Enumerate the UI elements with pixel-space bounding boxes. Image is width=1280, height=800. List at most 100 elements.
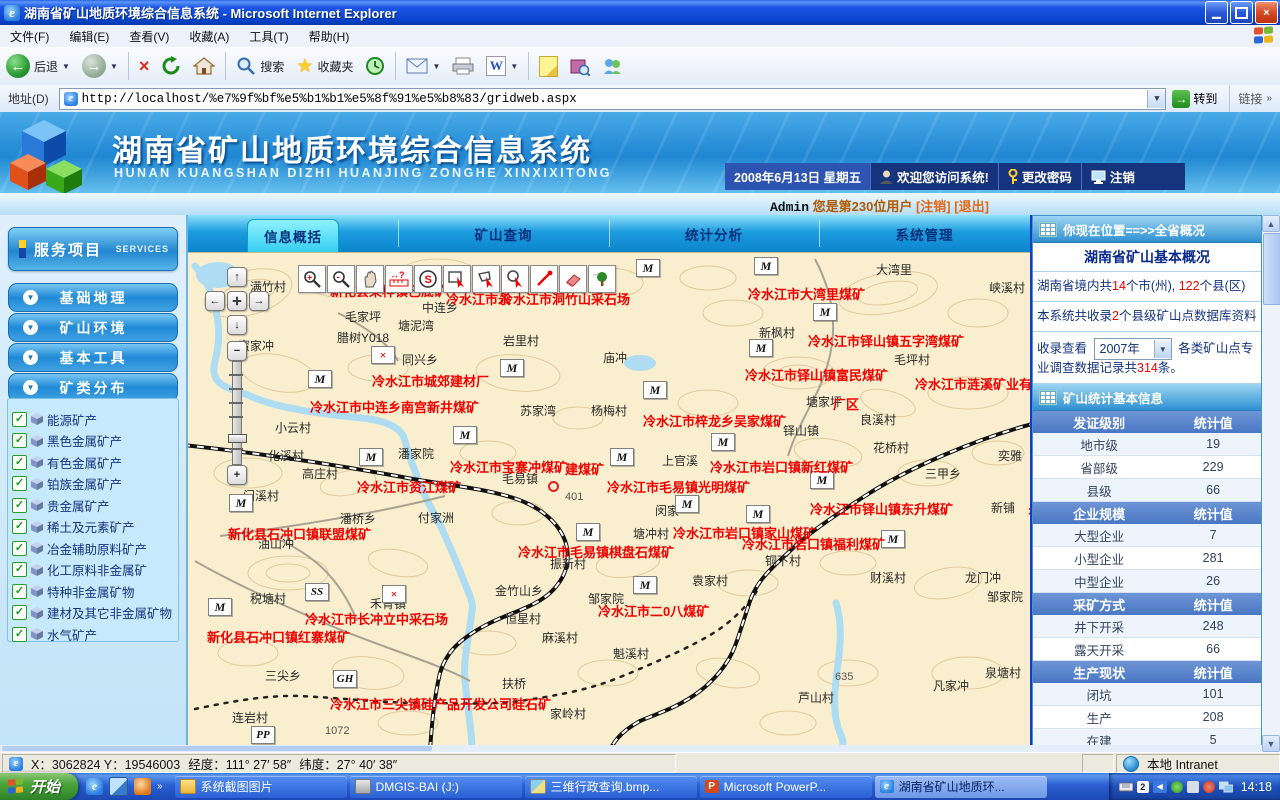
- measure-distance-icon[interactable]: ↔?: [385, 265, 413, 293]
- zoom-minus-button[interactable]: −: [227, 341, 247, 361]
- mine-marker[interactable]: M: [754, 257, 778, 275]
- pan-right-button[interactable]: →: [249, 291, 269, 311]
- logout-link[interactable]: 注销: [1082, 163, 1144, 190]
- start-button[interactable]: 开始: [0, 773, 78, 800]
- legend-tree-icon[interactable]: ⌐: [588, 265, 616, 293]
- hide-icons-arrow[interactable]: ◀: [1153, 781, 1167, 793]
- menu-item[interactable]: 收藏(A): [179, 26, 239, 47]
- eraser-icon[interactable]: [559, 265, 587, 293]
- layer-item[interactable]: ✓ 有色金属矿产: [12, 452, 122, 472]
- history-button[interactable]: [359, 53, 391, 79]
- menu-item[interactable]: 帮助(H): [299, 26, 360, 47]
- layer-checkbox[interactable]: ✓: [12, 562, 27, 577]
- layer-checkbox[interactable]: ✓: [12, 584, 27, 599]
- mine-marker[interactable]: PP: [251, 726, 275, 744]
- mine-marker[interactable]: M: [749, 339, 773, 357]
- task-button[interactable]: 三维行政查询.bmp...: [525, 776, 697, 798]
- mine-marker[interactable]: M: [633, 576, 657, 594]
- layer-item[interactable]: ✓ 稀土及元素矿产: [12, 517, 135, 537]
- mine-marker[interactable]: M: [675, 495, 699, 513]
- mine-marker[interactable]: M: [500, 359, 524, 377]
- scroll-up-button[interactable]: ▲: [1262, 215, 1280, 232]
- mine-marker[interactable]: M: [643, 381, 667, 399]
- layer-item[interactable]: ✓ 铂族金属矿产: [12, 474, 122, 494]
- logout-text-link[interactable]: [注销]: [916, 199, 951, 214]
- mine-marker[interactable]: M: [229, 494, 253, 512]
- close-button[interactable]: ×: [1255, 1, 1278, 24]
- pan-up-button[interactable]: ↑: [227, 267, 247, 287]
- polygon-select-icon[interactable]: [472, 265, 500, 293]
- layer-item[interactable]: ✓ 能源矿产: [12, 409, 97, 429]
- draw-line-icon[interactable]: [530, 265, 558, 293]
- mine-marker[interactable]: M: [308, 370, 332, 388]
- layer-item[interactable]: ✓ 冶金辅助原料矿产: [12, 538, 147, 558]
- task-button[interactable]: 系统截图图片: [175, 776, 347, 798]
- scale-s-icon[interactable]: S: [414, 265, 442, 293]
- home-button[interactable]: [187, 53, 221, 79]
- address-input[interactable]: e http://localhost/%e7%9f%bf%e5%b1%b1%e5…: [59, 88, 1167, 110]
- layer-item[interactable]: ✓ 贵金属矿产: [12, 495, 110, 515]
- mine-marker[interactable]: M: [746, 505, 770, 523]
- zoom-plus-button[interactable]: +: [227, 465, 247, 485]
- ime-icon[interactable]: 2: [1137, 781, 1149, 793]
- mine-marker[interactable]: M: [453, 426, 477, 444]
- mine-marker[interactable]: M: [636, 259, 660, 277]
- layer-item[interactable]: ✓ 化工原料非金属矿: [12, 560, 147, 580]
- mine-marker[interactable]: M: [610, 448, 634, 466]
- mine-marker[interactable]: [548, 481, 559, 492]
- task-button[interactable]: e 湖南省矿山地质环...: [875, 776, 1047, 798]
- print-button[interactable]: [446, 54, 480, 78]
- mine-marker[interactable]: M: [711, 433, 735, 451]
- layer-checkbox[interactable]: ✓: [12, 412, 27, 427]
- keyboard-icon[interactable]: [1119, 781, 1133, 793]
- mine-marker[interactable]: GH: [333, 670, 357, 688]
- sidebar-nav-button[interactable]: ▼ 基本工具: [8, 343, 178, 372]
- layer-checkbox[interactable]: ✓: [12, 519, 27, 534]
- layer-item[interactable]: ✓ 黑色金属矿产: [12, 431, 122, 451]
- scroll-down-button[interactable]: ▼: [1262, 735, 1280, 752]
- mine-marker[interactable]: ×: [382, 585, 406, 603]
- map-tab[interactable]: 系统管理: [820, 215, 1030, 252]
- stop-button[interactable]: ×: [133, 55, 156, 77]
- favorites-button[interactable]: ★ 收藏夹: [290, 52, 359, 81]
- layer-checkbox[interactable]: ✓: [12, 541, 27, 556]
- zoom-slider-thumb[interactable]: [228, 434, 247, 443]
- zoom-out-icon[interactable]: -: [327, 265, 355, 293]
- map-tab[interactable]: 统计分析: [609, 215, 819, 252]
- quicklaunch-overflow[interactable]: »: [157, 781, 163, 792]
- zoom-in-icon[interactable]: +: [298, 265, 326, 293]
- quicklaunch-desktop-icon[interactable]: [109, 777, 128, 796]
- map-tab[interactable]: 信息概括: [188, 215, 398, 252]
- menu-item[interactable]: 查看(V): [119, 26, 179, 47]
- map-tab[interactable]: 矿山查询: [399, 215, 609, 252]
- pan-left-button[interactable]: ←: [205, 291, 225, 311]
- pan-hand-icon[interactable]: [356, 265, 384, 293]
- map-canvas[interactable]: 满竹村毛家坪腊树Y018塘泥湾中连乡岩里村蜜家冲同兴乡庙冲小云村苏家湾杨梅村大湾…: [188, 252, 1030, 753]
- links-label[interactable]: 链接: [1234, 90, 1266, 107]
- menu-item[interactable]: 工具(T): [239, 26, 298, 47]
- mine-marker[interactable]: ×: [1021, 503, 1030, 519]
- search-button[interactable]: 搜索: [230, 53, 290, 79]
- hscroll-thumb[interactable]: [2, 746, 432, 751]
- layer-checkbox[interactable]: ✓: [12, 455, 27, 470]
- quicklaunch-media-icon[interactable]: [134, 778, 151, 795]
- zoom-slider[interactable]: [232, 361, 242, 465]
- volume-icon[interactable]: [1187, 781, 1199, 793]
- security-shield-icon[interactable]: [1171, 781, 1183, 793]
- quicklaunch-ie-icon[interactable]: e: [86, 778, 103, 795]
- rect-select-icon[interactable]: [443, 265, 471, 293]
- layer-checkbox[interactable]: ✓: [12, 476, 27, 491]
- menu-item[interactable]: 文件(F): [0, 26, 59, 47]
- task-button[interactable]: DMGIS-BAI (J:): [350, 776, 522, 798]
- page-vertical-scrollbar[interactable]: ▲ ▼: [1262, 215, 1280, 752]
- layer-checkbox[interactable]: ✓: [12, 433, 27, 448]
- mine-marker[interactable]: SS: [305, 583, 329, 601]
- mine-marker[interactable]: M: [813, 303, 837, 321]
- layer-checkbox[interactable]: ✓: [12, 605, 27, 620]
- scroll-thumb[interactable]: [1263, 233, 1280, 305]
- layer-item[interactable]: ✓ 水气矿产: [12, 624, 97, 644]
- page-horizontal-scrollbar[interactable]: [0, 745, 1262, 752]
- mail-button[interactable]: ▼: [400, 55, 446, 77]
- address-dropdown-button[interactable]: ▼: [1147, 90, 1165, 108]
- research-button[interactable]: [564, 54, 596, 79]
